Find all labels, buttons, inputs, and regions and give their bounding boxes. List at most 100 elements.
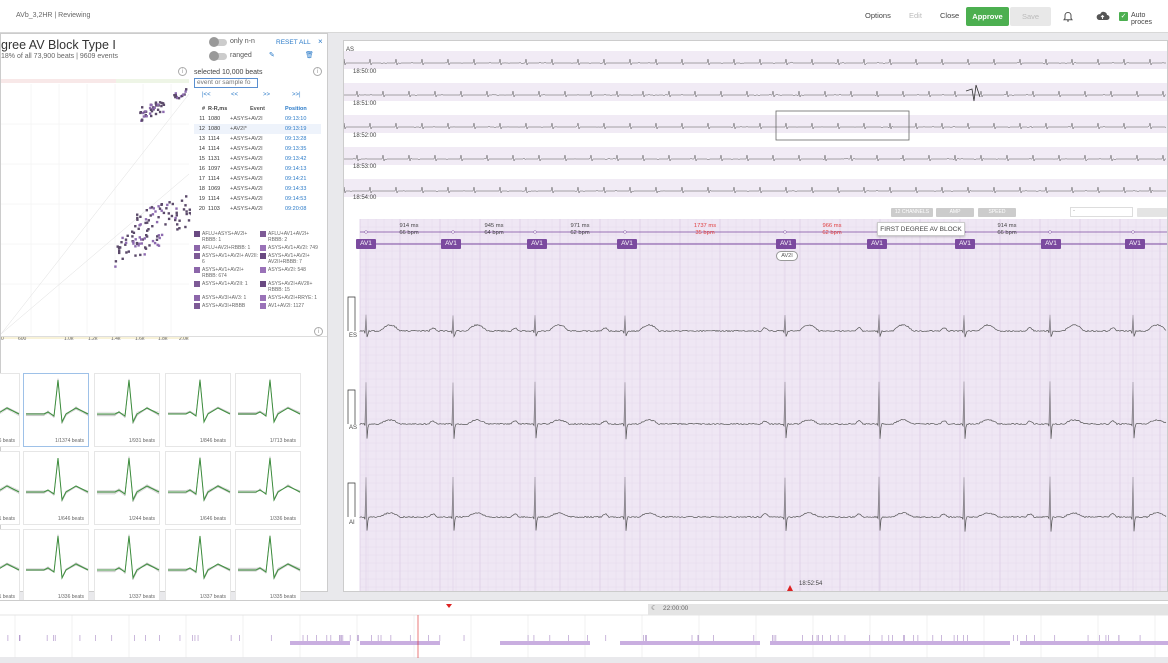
- edit-icon[interactable]: ✎: [269, 51, 275, 59]
- table-row[interactable]: 20 1103 +ASYS+AV2I 09:20:08: [194, 204, 321, 214]
- beat-marker[interactable]: [533, 230, 537, 234]
- beat-template[interactable]: 1/336 beats: [23, 529, 89, 603]
- edit-button[interactable]: Edit: [909, 11, 922, 20]
- close-button[interactable]: Close: [940, 11, 959, 20]
- beat-template[interactable]: 1/336 beats: [235, 451, 301, 525]
- table-row[interactable]: 12 1080 +AV2I* 09:13:19: [194, 124, 321, 134]
- cursor-marker-icon[interactable]: [787, 585, 793, 591]
- av1-marker[interactable]: AV1: [955, 239, 975, 249]
- table-row[interactable]: 15 1131 +ASYS+AV2I 09:13:42: [194, 154, 321, 164]
- timeline-strip[interactable]: ☾ 22:00:00: [0, 600, 1168, 658]
- table-row[interactable]: 16 1097 +ASYS+AV2I 09:14:13: [194, 164, 321, 174]
- beat-template[interactable]: 1/335 beats: [235, 529, 301, 603]
- beat-template[interactable]: 1/1374 beats: [23, 373, 89, 447]
- speed-button[interactable]: SPEED: [978, 208, 1016, 217]
- beat-template[interactable]: 1/337 beats: [165, 529, 231, 603]
- table-row[interactable]: 11 1080 +ASYS+AV2I 09:13:10: [194, 114, 321, 124]
- av2-marker[interactable]: AV2I: [776, 251, 798, 261]
- overview-strip[interactable]: [344, 41, 1167, 201]
- legend-item[interactable]: ASYS+AV1+AV2I: 749: [260, 245, 324, 251]
- av1-marker[interactable]: AV1: [441, 239, 461, 249]
- beat-template[interactable]: 1/646 beats: [23, 451, 89, 525]
- av1-marker[interactable]: AV1: [1041, 239, 1061, 249]
- scatter-point: [154, 210, 157, 213]
- options-button[interactable]: Options: [865, 11, 891, 20]
- beat-template[interactable]: 1/337 beats: [94, 529, 160, 603]
- close-icon[interactable]: ×: [318, 37, 323, 46]
- beat-marker[interactable]: [783, 230, 787, 234]
- first-page-icon[interactable]: |<<: [202, 92, 211, 98]
- beat-marker[interactable]: [623, 230, 627, 234]
- table-row[interactable]: 17 1114 +ASYS+AV2I 09:14:21: [194, 174, 321, 184]
- legend-item[interactable]: ASYS+AV3I+AV3: 1: [194, 295, 258, 301]
- av1-marker[interactable]: AV1: [776, 239, 796, 249]
- beat-template[interactable]: 1/244 beats: [94, 451, 160, 525]
- av1-marker[interactable]: AV1: [617, 239, 637, 249]
- legend-item[interactable]: ASYS+AV2I+RRYE: 1: [260, 295, 324, 301]
- prev-page-icon[interactable]: <<: [231, 92, 238, 98]
- cloud-upload-icon[interactable]: [1095, 10, 1110, 22]
- info-icon[interactable]: i: [313, 67, 322, 76]
- beat-marker[interactable]: [364, 230, 368, 234]
- rr-label: 966 ms 62 bpm: [807, 223, 857, 237]
- legend-item[interactable]: ASYS+AV1+AV2I+ AV2II+RBBB: 7: [260, 253, 324, 265]
- legend-item[interactable]: ASYS+AV2I: 548: [260, 267, 324, 279]
- beat-template[interactable]: 1/846 beats: [165, 373, 231, 447]
- beat-template[interactable]: /61 beats: [0, 451, 20, 525]
- beat-marker[interactable]: [451, 230, 455, 234]
- col-header[interactable]: Position: [285, 106, 315, 112]
- beat-template[interactable]: 1/713 beats: [235, 373, 301, 447]
- scatter-point: [125, 251, 128, 254]
- scatter-point: [124, 241, 128, 244]
- beat-marker[interactable]: [1131, 230, 1135, 234]
- table-row[interactable]: 19 1114 +ASYS+AV2I 09:14:53: [194, 194, 321, 204]
- col-header[interactable]: Event: [230, 106, 285, 112]
- legend-item[interactable]: ASYS+AV3I+RBBB: [194, 303, 258, 309]
- av1-marker[interactable]: AV1: [1125, 239, 1145, 249]
- table-row[interactable]: 14 1114 +ASYS+AV2I 09:13:35: [194, 144, 321, 154]
- trash-icon[interactable]: 🗑: [305, 51, 314, 59]
- table-row[interactable]: 13 1114 +ASYS+AV2I 09:13:28: [194, 134, 321, 144]
- amp-button[interactable]: AMP: [936, 208, 974, 217]
- legend-swatch: [194, 295, 200, 301]
- legend-item[interactable]: AV1+AV2I: 1127: [260, 303, 324, 309]
- save-button[interactable]: Save: [1010, 7, 1051, 26]
- reset-all-button[interactable]: RESET ALL: [276, 39, 311, 46]
- ecg-strip[interactable]: [344, 219, 1167, 591]
- reset-zoom-button[interactable]: [1137, 208, 1167, 217]
- sample-input[interactable]: -: [1070, 207, 1133, 217]
- legend-item[interactable]: AFLU+ASYS+AV2I+ RBBB: 1: [194, 231, 258, 243]
- scatter-point: [147, 219, 150, 222]
- beat-marker[interactable]: [1048, 230, 1052, 234]
- beat-template[interactable]: 1/931 beats: [94, 373, 160, 447]
- legend-item[interactable]: ASYS+AV1+AV2I+ AV2II: 6: [194, 253, 258, 265]
- legend-item[interactable]: ASYS+AV1+AV2II: 1: [194, 281, 258, 293]
- legend-item[interactable]: AFLU+AV1+AV2I+ RBBB: 2: [260, 231, 324, 243]
- legend-item[interactable]: ASYS+AV1+AV2I+ RBBB: 674: [194, 267, 258, 279]
- info-icon[interactable]: i: [178, 67, 187, 76]
- scatter-point: [171, 202, 174, 206]
- only-nn-toggle[interactable]: [209, 37, 227, 47]
- auto-process-checkbox[interactable]: ✓: [1119, 12, 1128, 21]
- next-page-icon[interactable]: >>: [263, 92, 270, 98]
- last-page-icon[interactable]: >>|: [292, 92, 301, 98]
- event-search-input[interactable]: event or sample fo: [194, 78, 258, 88]
- legend-item[interactable]: AFLU+AV2I+RBBB: 1: [194, 245, 258, 251]
- ranged-toggle[interactable]: [209, 51, 227, 61]
- beat-template[interactable]: /66 beats: [0, 373, 20, 447]
- info-icon[interactable]: i: [314, 327, 323, 336]
- av1-marker[interactable]: AV1: [867, 239, 887, 249]
- rr-scatter-plot[interactable]: 0 600 1.0k 1.2k 1.4k 1.6k 1.8k 2.0k: [1, 64, 191, 342]
- beat-template[interactable]: /61 beats: [0, 529, 20, 603]
- legend-item[interactable]: ASYS+AV2I+AV2II+ RBBB: 15: [260, 281, 324, 293]
- bell-icon[interactable]: [1062, 11, 1074, 23]
- av1-marker[interactable]: AV1: [527, 239, 547, 249]
- approve-button[interactable]: Approve: [966, 7, 1009, 26]
- beat-template[interactable]: 1/646 beats: [165, 451, 231, 525]
- table-row[interactable]: 18 1069 +ASYS+AV2I 09:14:33: [194, 184, 321, 194]
- timeline-cursor-icon[interactable]: [446, 604, 452, 608]
- rr-ms: 966 ms: [822, 223, 842, 229]
- channels-button[interactable]: 12 CHANNELS: [891, 208, 933, 217]
- av1-marker[interactable]: AV1: [356, 239, 376, 249]
- col-header[interactable]: R-R,ms: [208, 106, 230, 112]
